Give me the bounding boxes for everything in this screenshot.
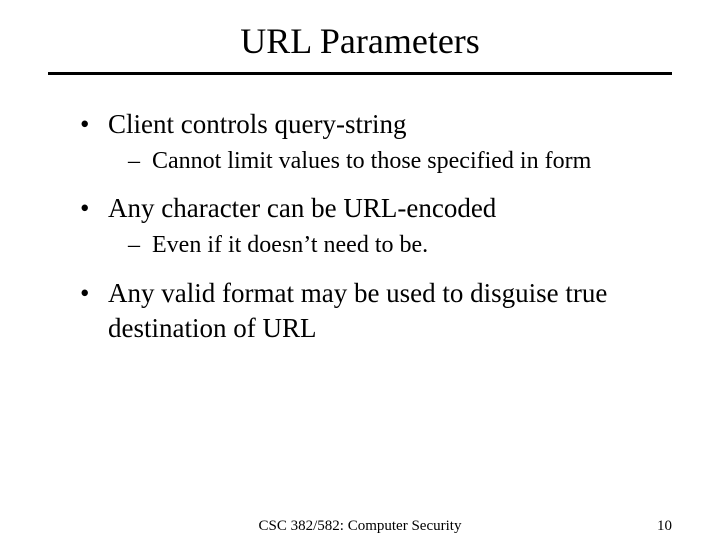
footer-page-number: 10 — [657, 518, 672, 535]
slide-title: URL Parameters — [0, 0, 720, 72]
slide-content: Client controls query-string Cannot limi… — [0, 75, 720, 346]
bullet-level1: Any valid format may be used to disguise… — [60, 276, 660, 346]
footer-course: CSC 382/582: Computer Security — [0, 518, 720, 535]
bullet-level1: Any character can be URL-encoded — [60, 191, 660, 226]
bullet-level2: Even if it doesn’t need to be. — [60, 230, 660, 261]
slide: URL Parameters Client controls query-str… — [0, 0, 720, 540]
bullet-level2: Cannot limit values to those specified i… — [60, 146, 660, 177]
bullet-level1: Client controls query-string — [60, 107, 660, 142]
